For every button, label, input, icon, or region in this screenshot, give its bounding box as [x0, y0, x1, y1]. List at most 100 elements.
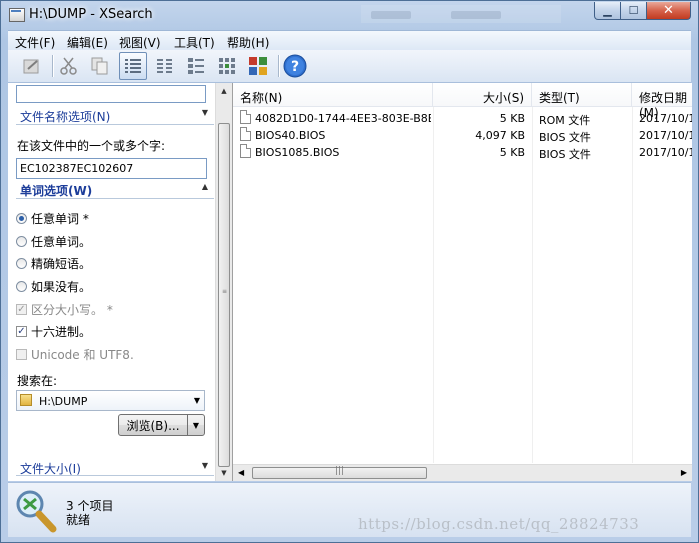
word-options-label: 单词选项(W) [20, 184, 93, 198]
radio-exact-phrase[interactable]: 精确短语。 [16, 255, 91, 272]
menu-tools[interactable]: 工具(T) [174, 34, 215, 51]
minimize-icon: ▁ [603, 4, 612, 17]
details-view-button[interactable] [119, 52, 147, 80]
toolbar: ? [8, 50, 691, 83]
file-name: BIOS40.BIOS [255, 129, 326, 142]
browse-dropdown-button[interactable]: ▼ [187, 414, 205, 436]
left-panel-scrollbar[interactable]: ▲ ≡ ▼ [215, 83, 232, 481]
small-icons-view-icon [188, 58, 204, 74]
dropdown-arrow-icon: ▼ [193, 396, 200, 405]
menu-bar: 文件(F) 编辑(E) 视图(V) 工具(T) 帮助(H) [8, 30, 691, 51]
file-type: BIOS 文件 [539, 131, 591, 144]
results-horizontal-scrollbar[interactable]: ◀ ||| ▶ [233, 464, 692, 481]
top-search-field[interactable] [16, 85, 206, 103]
checkbox-hex[interactable]: ✓ 十六进制。 [16, 323, 91, 340]
file-size-header[interactable]: 文件大小(I) ▼ [16, 459, 214, 476]
checkbox-match-case[interactable]: ✓ 区分大小写。 * [16, 301, 113, 318]
file-date: 2017/10/15 [639, 129, 692, 142]
file-name-options-label: 文件名称选项(N) [20, 110, 111, 124]
word-options-header[interactable]: 单词选项(W) ▲ [16, 180, 214, 199]
status-state: 就绪 [66, 513, 91, 527]
title-bar[interactable]: H:\DUMP - XSearch ▁ ☐ ✕ [1, 1, 698, 29]
radio-unchecked-icon [16, 236, 27, 247]
menu-edit[interactable]: 编辑(E) [67, 34, 108, 51]
close-button[interactable]: ✕ [647, 2, 691, 20]
scrollbar-thumb[interactable]: ||| [252, 466, 427, 479]
copy-button[interactable] [86, 52, 114, 80]
cut-icon [60, 57, 77, 75]
checkbox-label: Unicode 和 UTF8. [31, 348, 134, 362]
scrollbar-thumb[interactable]: ≡ [218, 123, 230, 467]
file-size: 5 KB [499, 146, 525, 159]
maximize-icon: ☐ [628, 4, 639, 17]
column-header-name[interactable]: 名称(N) [233, 83, 433, 106]
close-icon: ✕ [663, 3, 674, 18]
table-row[interactable]: BIOS40.BIOS 4,097 KB BIOS 文件 2017/10/15 [233, 127, 692, 144]
minimize-button[interactable]: ▁ [594, 2, 621, 20]
file-name: BIOS1085.BIOS [255, 146, 340, 159]
column-header-size[interactable]: 大小(S) [433, 83, 532, 106]
radio-unchecked-icon [16, 258, 27, 269]
browse-button[interactable]: 浏览(B)... [118, 414, 188, 436]
xsearch-window: H:\DUMP - XSearch ▁ ☐ ✕ 文件(F) 编辑(E) 视图(V… [0, 0, 699, 543]
file-date: 2017/10/15 [639, 112, 692, 125]
svg-text:?: ? [291, 59, 299, 75]
radio-label: 如果没有。 [31, 280, 92, 294]
search-magnifier-icon [16, 490, 57, 533]
chevron-up-icon: ▲ [201, 182, 208, 191]
file-name-options-header[interactable]: 文件名称选项(N) ▼ [16, 106, 214, 125]
file-size-label: 文件大小(I) [20, 462, 81, 476]
scroll-up-arrow-icon[interactable]: ▲ [216, 83, 232, 99]
small-icons-view-button[interactable] [182, 52, 210, 80]
radio-any-word[interactable]: 任意单词。 [16, 233, 91, 250]
file-size: 5 KB [499, 112, 525, 125]
menu-file[interactable]: 文件(F) [15, 34, 55, 51]
help-button[interactable]: ? [281, 52, 309, 80]
radio-label: 任意单词。 [31, 235, 92, 249]
radio-any-word-star[interactable]: 任意单词 * [16, 210, 89, 227]
table-row[interactable]: 4082D1D0-1744-4EE3-803E-B8EE... 5 KB ROM… [233, 110, 692, 127]
search-in-label: 搜索在: [17, 374, 58, 388]
find-files-icon [23, 59, 39, 74]
thumbnails-view-button[interactable] [244, 52, 272, 80]
large-icons-view-button[interactable] [213, 52, 241, 80]
list-view-button[interactable] [151, 52, 179, 80]
menu-help[interactable]: 帮助(H) [227, 34, 269, 51]
column-header-type[interactable]: 类型(T) [532, 83, 632, 106]
maximize-button[interactable]: ☐ [621, 2, 647, 20]
large-icons-view-icon [219, 58, 235, 74]
search-in-value: H:\DUMP [39, 395, 88, 408]
checkbox-unicode[interactable]: Unicode 和 UTF8. [16, 346, 134, 363]
scroll-down-arrow-icon[interactable]: ▼ [216, 465, 232, 481]
title-bar-background [361, 5, 561, 23]
find-files-button[interactable] [18, 52, 46, 80]
scroll-left-arrow-icon[interactable]: ◀ [238, 468, 244, 477]
scroll-right-arrow-icon[interactable]: ▶ [681, 468, 687, 477]
help-icon: ? [283, 54, 307, 78]
file-date: 2017/10/15 [639, 146, 692, 159]
chevron-down-icon: ▼ [201, 108, 208, 117]
file-type: BIOS 文件 [539, 148, 591, 161]
menu-view[interactable]: 视图(V) [119, 34, 161, 51]
checkbox-label: 十六进制。 [31, 325, 92, 339]
browse-button-label: 浏览(B)... [126, 418, 180, 433]
watermark-text: https://blog.csdn.net/qq_28824733 [358, 515, 640, 533]
radio-unchecked-icon [16, 281, 27, 292]
chevron-down-icon: ▼ [201, 461, 208, 470]
details-view-icon [125, 59, 141, 73]
folder-icon [20, 394, 32, 406]
radio-label: 任意单词 * [31, 212, 89, 226]
file-size: 4,097 KB [475, 129, 525, 142]
radio-label: 精确短语。 [31, 257, 92, 271]
table-row[interactable]: BIOS1085.BIOS 5 KB BIOS 文件 2017/10/15 [233, 144, 692, 161]
checkbox-label: 区分大小写。 * [31, 303, 113, 317]
radio-if-none[interactable]: 如果没有。 [16, 278, 91, 295]
copy-icon [91, 57, 108, 75]
file-icon [240, 127, 251, 141]
file-type: ROM 文件 [539, 114, 591, 127]
cut-button[interactable] [55, 52, 83, 80]
containing-text-input[interactable]: EC102387EC102607 [16, 158, 207, 179]
search-in-dropdown[interactable]: H:\DUMP ▼ [16, 390, 205, 411]
column-header-modified[interactable]: 修改日期(M) [632, 83, 692, 120]
dropdown-arrow-icon: ▼ [192, 420, 200, 430]
